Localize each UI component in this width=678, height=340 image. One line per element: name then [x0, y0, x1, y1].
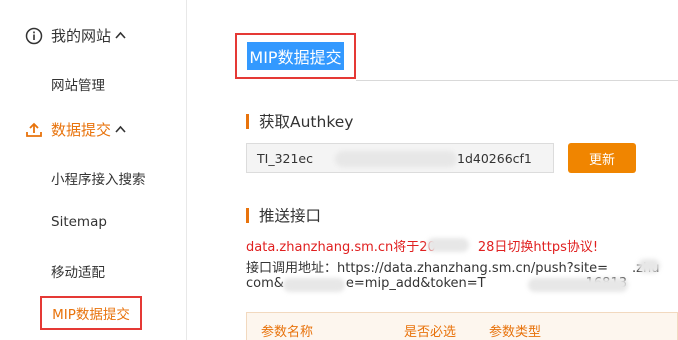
section-marker: [246, 207, 249, 223]
chevron-up-icon: [115, 29, 126, 42]
redaction-blur: [427, 238, 469, 252]
column-header-name: 参数名称: [261, 325, 314, 340]
sidebar-group-label: 我的网站: [51, 27, 112, 45]
sidebar: 我的网站 网站管理 数据提交 小程序接入搜索 Sitemap 移动适配 MIP数…: [0, 0, 187, 340]
page-title-highlight: MIP数据提交: [235, 33, 356, 79]
section-title: 获取Authkey: [259, 113, 354, 131]
column-header-type: 参数类型: [489, 325, 542, 340]
page-title: MIP数据提交: [247, 42, 344, 70]
redaction-blur: [335, 151, 457, 167]
sidebar-item-mobile-adapt[interactable]: 移动适配: [51, 261, 105, 281]
redaction-blur: [528, 278, 628, 292]
https-notice: data.zhanzhang.sm.cn将于20 28日切换https协议!: [246, 236, 598, 255]
endpoint-line: 接口调用地址：https://data.zhanzhang.sm.cn/push…: [246, 257, 659, 276]
params-table-header: 参数名称 是否必选 参数类型: [246, 312, 678, 340]
update-button[interactable]: 更新: [568, 143, 636, 173]
chevron-up-icon: [115, 123, 126, 136]
section-authkey-heading: 获取Authkey: [246, 110, 353, 132]
section-push-heading: 推送接口: [246, 204, 321, 226]
endpoint-text: com&: [246, 276, 284, 291]
sidebar-group-label: 数据提交: [51, 121, 112, 139]
redaction-blur: [638, 259, 660, 273]
info-circle-icon: [25, 27, 43, 45]
sidebar-item-sitemap[interactable]: Sitemap: [51, 214, 107, 230]
section-title: 推送接口: [259, 207, 322, 225]
notice-text: 28日切换https协议!: [477, 240, 599, 255]
notice-text: data.zhanzhang.sm.cn将于20: [246, 240, 436, 255]
upload-icon: [25, 121, 43, 139]
column-header-required: 是否必选: [404, 325, 457, 340]
sidebar-item-label: MIP数据提交: [52, 307, 130, 323]
authkey-value-end: 1d40266cf1: [457, 150, 532, 166]
sidebar-item-mip-submit[interactable]: MIP数据提交: [40, 296, 142, 330]
sidebar-item-site-manage[interactable]: 网站管理: [51, 74, 105, 94]
endpoint-text: 接口调用地址：https://data.zhanzhang.sm.cn/push…: [246, 261, 609, 276]
title-divider: [356, 80, 678, 81]
sidebar-group-data-submit[interactable]: 数据提交: [25, 119, 126, 140]
redaction-blur: [283, 278, 345, 292]
sidebar-item-mini-program[interactable]: 小程序接入搜索: [51, 168, 146, 188]
endpoint-text: e=mip_add&token=T: [345, 276, 486, 291]
sidebar-group-my-site[interactable]: 我的网站: [25, 25, 126, 46]
authkey-field[interactable]: TI_321ec 1d40266cf1: [246, 143, 554, 173]
section-marker: [246, 113, 249, 129]
authkey-value-start: TI_321ec: [257, 150, 313, 166]
